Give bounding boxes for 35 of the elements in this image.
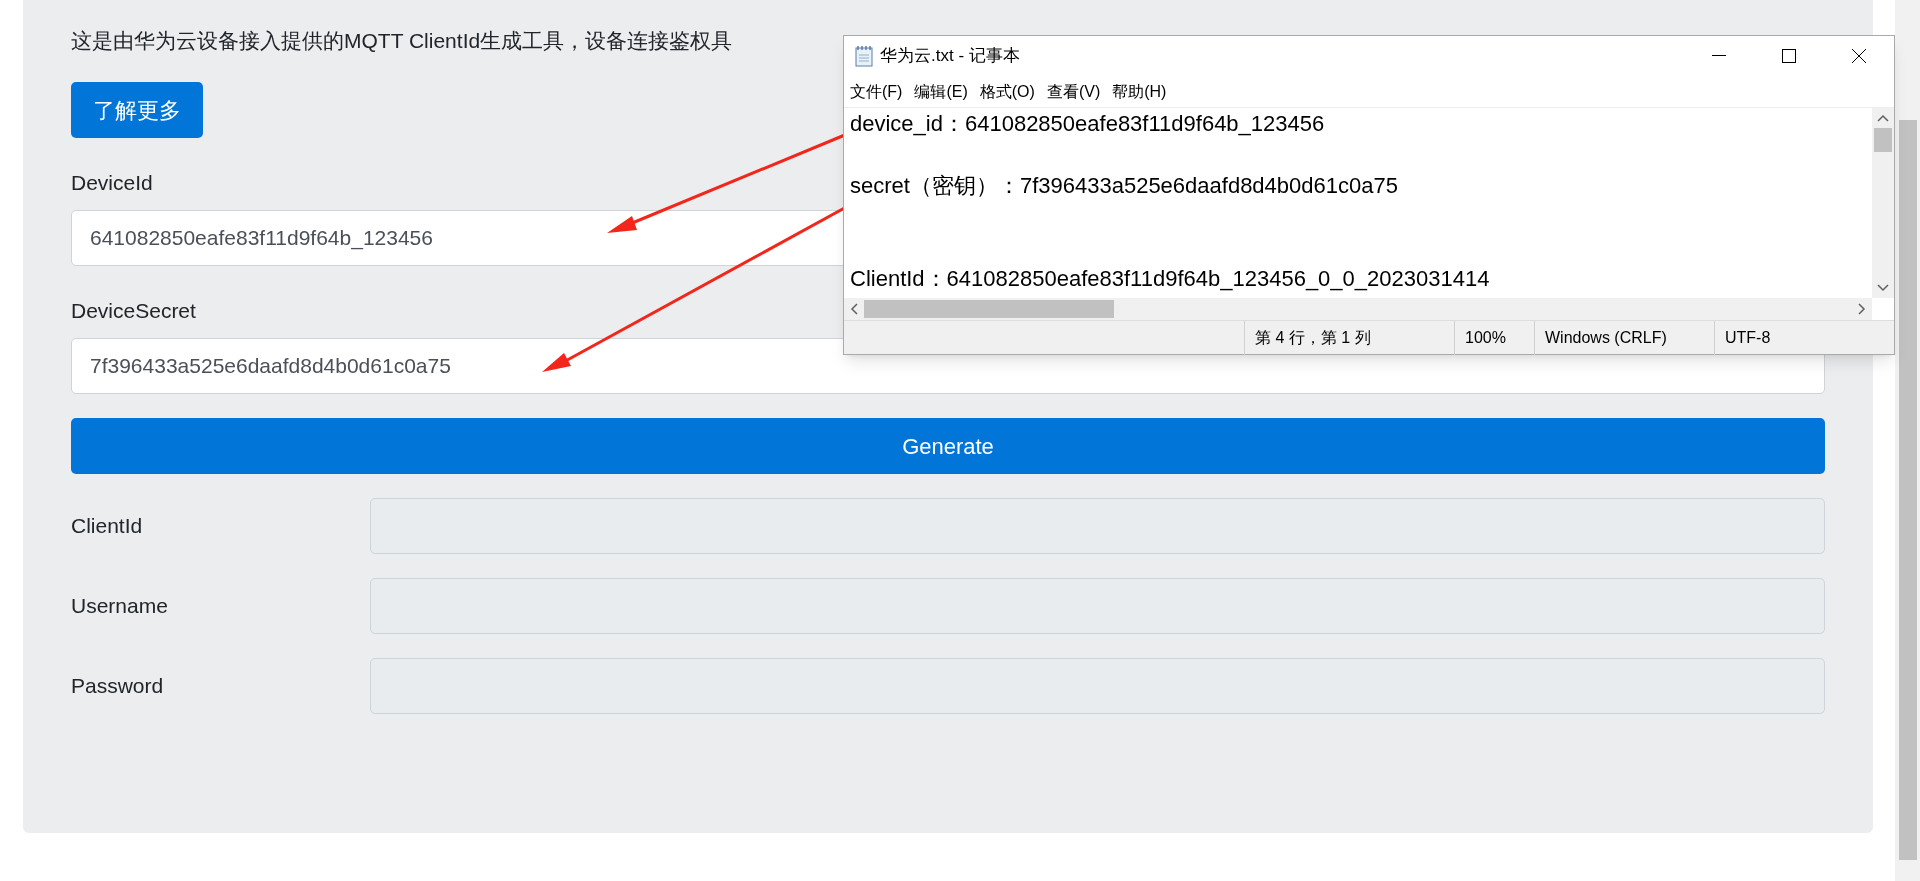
maximize-icon xyxy=(1782,49,1796,63)
text-line: device_id：641082850eafe83f11d9f64b_123456 xyxy=(850,110,1325,138)
generate-button[interactable]: Generate xyxy=(71,418,1825,474)
description-text: 这是由华为云设备接入提供的MQTT ClientId生成工具，设备连接鉴权具 xyxy=(71,28,733,54)
notepad-icon xyxy=(854,45,874,67)
menu-item[interactable]: 文件(F) xyxy=(850,79,903,104)
text-line: ClientId：641082850eafe83f11d9f64b_123456_0_0_2023031414 xyxy=(850,265,1490,293)
scrollbar-thumb[interactable] xyxy=(1874,128,1892,152)
field-label: DeviceId xyxy=(71,170,153,196)
field-label: Username xyxy=(71,593,169,620)
scroll-up-icon[interactable] xyxy=(1877,114,1889,122)
learn-more-button[interactable]: 了解更多 xyxy=(71,82,203,138)
field-label: Password xyxy=(71,673,165,700)
status-text: UTF-8 xyxy=(1714,320,1844,355)
page-scrollbar[interactable] xyxy=(1895,0,1920,881)
scrollbar-thumb[interactable] xyxy=(864,300,1114,318)
vertical-scrollbar[interactable] xyxy=(1872,108,1894,298)
menu-item[interactable]: 编辑(E) xyxy=(914,79,968,104)
window-title: 华为云.txt - 记事本 xyxy=(880,45,1020,68)
scroll-right-icon[interactable] xyxy=(1858,303,1866,315)
text-line: secret（密钥）：7f396433a525e6daafd8d4b0d61c0a75 xyxy=(850,172,1398,200)
field-label: ClientId xyxy=(71,513,144,540)
close-icon xyxy=(1852,49,1866,63)
scroll-down-icon[interactable] xyxy=(1877,284,1889,292)
horizontal-scrollbar[interactable] xyxy=(844,298,1872,320)
minimize-icon xyxy=(1712,55,1726,57)
scrollbar-thumb[interactable] xyxy=(1898,120,1917,860)
status-text: 第 4 行，第 1 列 xyxy=(1244,320,1454,355)
scroll-left-icon[interactable] xyxy=(850,303,858,315)
menu-item[interactable]: 格式(O) xyxy=(979,79,1035,104)
field-label: DeviceSecret xyxy=(71,298,196,324)
menu-item[interactable]: 查看(V) xyxy=(1046,79,1101,104)
menu-item[interactable]: 帮助(H) xyxy=(1112,79,1167,104)
status-text: Windows (CRLF) xyxy=(1534,320,1714,355)
status-text: 100% xyxy=(1454,320,1534,355)
